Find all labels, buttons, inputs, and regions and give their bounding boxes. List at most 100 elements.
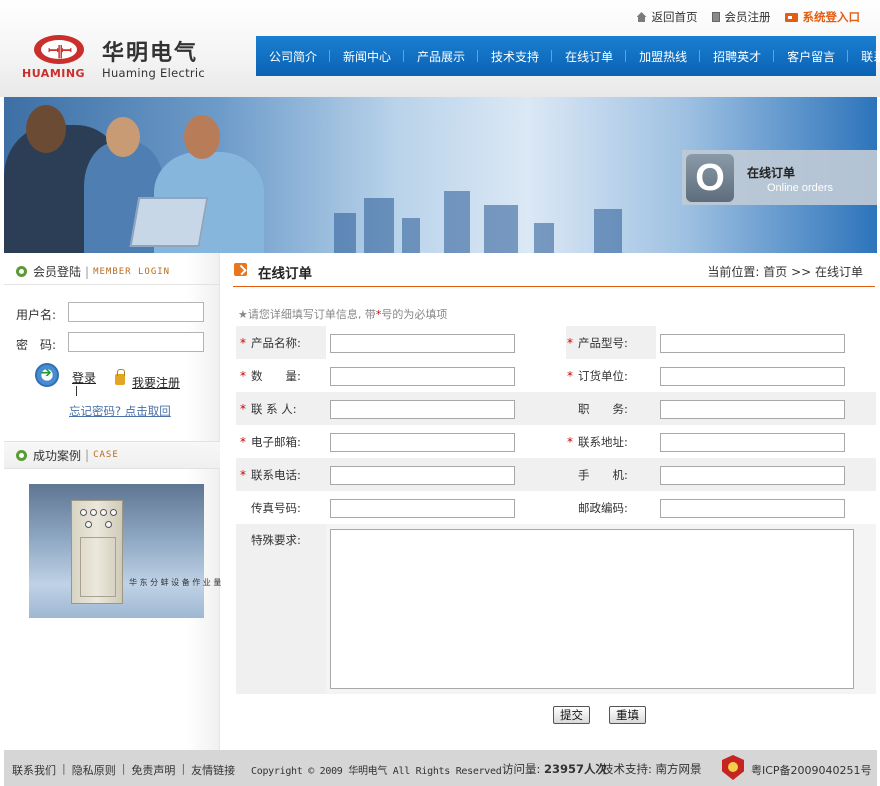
gauge-icon xyxy=(100,509,107,516)
form-hint: ★请您详细填写订单信息, 带*号的为必填项 xyxy=(238,306,447,322)
product-model-label: 产品型号: xyxy=(578,336,628,350)
order-company-input[interactable] xyxy=(660,367,845,386)
member-login-en: member login xyxy=(93,266,171,277)
form-row: 传真号码: 邮政编码: xyxy=(236,491,876,524)
nav-item-online-order[interactable]: 在线订单 xyxy=(552,48,627,65)
contact-person-input[interactable] xyxy=(330,400,515,419)
form-row: * 数 量: * 订货单位: xyxy=(236,359,876,392)
electrical-cabinet-image xyxy=(71,500,123,604)
login-link[interactable]: 登录 xyxy=(72,369,96,386)
title-separator: | xyxy=(85,448,90,462)
password-input[interactable] xyxy=(68,332,204,352)
nav-item-guestbook[interactable]: 客户留言 xyxy=(774,48,849,65)
police-badge-icon xyxy=(722,755,744,780)
system-login-link[interactable]: 系统登入口 xyxy=(784,9,860,25)
top-utility-bar: 返回首页 会员注册 系统登入口 xyxy=(623,9,860,25)
postcode-input[interactable] xyxy=(660,499,845,518)
fax-input[interactable] xyxy=(330,499,515,518)
forgot-password-link[interactable]: 忘记密码? 点击取回 xyxy=(69,403,171,419)
logo-en-name: Huaming Electric xyxy=(102,66,206,80)
nav-item-news[interactable]: 新闻中心 xyxy=(330,48,405,65)
address-label: 联系地址: xyxy=(578,435,628,449)
copyright: Copyright © 2009 华明电气 All Rights Reserve… xyxy=(251,766,508,777)
mobile-label: 手 机: xyxy=(578,468,628,482)
form-row: * 产品名称: * 产品型号: xyxy=(236,326,876,359)
product-model-input[interactable] xyxy=(660,334,845,353)
banner-person-head xyxy=(26,105,66,153)
nav-item-products[interactable]: 产品展示 xyxy=(404,48,479,65)
contact-person-label: 联 系 人: xyxy=(251,402,297,416)
submit-button[interactable]: 提交 xyxy=(553,706,590,724)
username-label: 用户名: xyxy=(16,308,57,322)
badge-subtitle: Online orders xyxy=(767,182,834,194)
online-order-icon: O xyxy=(686,154,734,202)
required-mark: * xyxy=(240,336,246,350)
document-icon xyxy=(711,12,720,22)
required-mark: * xyxy=(567,336,573,350)
home-link-label: 返回首页 xyxy=(651,10,698,24)
bullet-icon xyxy=(16,449,27,461)
section-badge: O 在线订单 Online orders xyxy=(682,150,877,205)
phone-label: 联系电话: xyxy=(251,468,301,482)
title-separator: | xyxy=(85,264,90,279)
nav-item-support[interactable]: 技术支持 xyxy=(478,48,553,65)
icp-number[interactable]: 粤ICP备2009040251号 xyxy=(751,762,872,778)
banner-laptop xyxy=(129,197,209,247)
hint-prefix: ★请您详细填写订单信息, 带 xyxy=(238,308,376,321)
case-image[interactable]: 华 东 分 蚌 设 备 作 业 量 xyxy=(29,484,221,618)
key-icon xyxy=(784,12,798,22)
fax-label: 传真号码: xyxy=(251,501,301,515)
skyline-building xyxy=(534,223,554,253)
required-mark: * xyxy=(240,369,246,383)
visit-counter: 访问量: 23957人次 xyxy=(502,761,607,777)
gauge-icon xyxy=(80,509,87,516)
special-requirements-textarea[interactable] xyxy=(330,529,854,689)
register-link[interactable]: 我要注册 xyxy=(132,374,180,391)
skyline-building xyxy=(594,209,622,253)
footer-link-privacy[interactable]: 隐私原则 xyxy=(72,762,116,778)
quantity-label: 数 量: xyxy=(251,369,301,383)
job-title-input[interactable] xyxy=(660,400,845,419)
cabinet-panel xyxy=(80,537,116,597)
label-cell xyxy=(236,524,326,694)
banner-person-head xyxy=(106,117,140,157)
content-header: 在线订单 当前位置: 首页 >> 在线订单 xyxy=(233,259,875,287)
main-content: 在线订单 当前位置: 首页 >> 在线订单 ★请您详细填写订单信息, 带*号的为… xyxy=(221,253,880,750)
visit-counter-value: 23957人次 xyxy=(544,762,608,776)
required-mark: * xyxy=(240,468,246,482)
nav-item-about[interactable]: 公司简介 xyxy=(256,48,331,65)
home-link[interactable]: 返回首页 xyxy=(636,9,698,25)
special-requirements-row: 特殊要求: xyxy=(236,524,876,694)
footer-separator: | xyxy=(62,762,66,775)
nav-item-jobs[interactable]: 招聘英才 xyxy=(700,48,775,65)
hint-suffix: 号的为必填项 xyxy=(381,308,448,321)
member-register-link[interactable]: 会员注册 xyxy=(711,9,771,25)
left-sidebar: 会员登陆 | member login 用户名: 密 码: 登录 我要注册 忘记… xyxy=(4,253,221,750)
special-requirements-label: 特殊要求: xyxy=(251,533,301,547)
home-icon xyxy=(636,12,647,22)
footer-link-disclaimer[interactable]: 免责声明 xyxy=(131,762,175,778)
login-arrow-icon[interactable] xyxy=(35,363,59,387)
quantity-input[interactable] xyxy=(330,367,515,386)
member-login-header: 会员登陆 | member login xyxy=(4,259,220,285)
nav-item-franchise[interactable]: 加盟热线 xyxy=(626,48,701,65)
gauge-icon xyxy=(105,521,112,528)
mobile-input[interactable] xyxy=(660,466,845,485)
address-input[interactable] xyxy=(660,433,845,452)
username-input[interactable] xyxy=(68,302,204,322)
phone-input[interactable] xyxy=(330,466,515,485)
site-footer: 联系我们 | 隐私原则 | 免责声明 | 友情链接 Copyright © 20… xyxy=(4,750,877,786)
nav-item-contact[interactable]: 联系我们 xyxy=(848,48,880,65)
form-row: * 电子邮箱: * 联系地址: xyxy=(236,425,876,458)
email-input[interactable] xyxy=(330,433,515,452)
visit-counter-label: 访问量: xyxy=(502,762,541,776)
company-logo[interactable]: ꟷ‖ꟷ HUAMING 华明电气 Huaming Electric xyxy=(22,33,212,81)
logo-cn-name: 华明电气 xyxy=(102,41,199,66)
product-name-input[interactable] xyxy=(330,334,515,353)
section-arrow-icon xyxy=(234,263,247,276)
footer-link-contact[interactable]: 联系我们 xyxy=(12,762,56,778)
required-mark: * xyxy=(567,435,573,449)
reset-button[interactable]: 重填 xyxy=(609,706,646,724)
footer-link-friends[interactable]: 友情链接 xyxy=(191,762,235,778)
member-login-title: 会员登陆 xyxy=(33,265,82,279)
